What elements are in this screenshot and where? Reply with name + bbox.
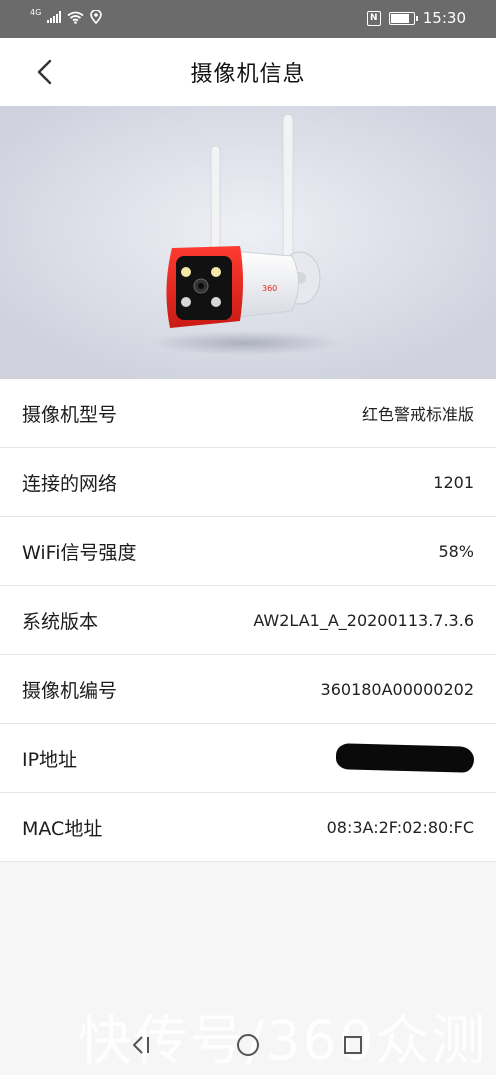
info-value: 360180A00000202 [320,679,474,699]
info-value: 红色警戒标准版 [361,405,474,424]
status-bar: 4G N 15:30 [0,0,496,38]
status-left: 4G [30,7,103,24]
info-label: MAC地址 [22,817,103,840]
chevron-left-icon[interactable] [28,54,64,90]
info-label: 摄像机编号 [22,679,118,702]
battery-icon [388,11,418,25]
status-right: N 15:30 [366,9,466,27]
nav-home-icon[interactable] [233,1030,263,1060]
info-label: 系统版本 [22,610,99,633]
page-title: 摄像机信息 [190,62,306,87]
nfc-icon: N [366,10,381,26]
info-value: 1201 [433,472,474,492]
info-value: AW2LA1_A_20200113.7.3.6 [253,610,474,630]
location-pin-icon [90,10,103,24]
info-row-model: 摄像机型号 红色警戒标准版 [0,379,496,448]
redacted-ip-value [335,743,475,773]
info-label: IP地址 [22,748,78,771]
info-label: 连接的网络 [22,472,118,495]
info-row-firmware: 系统版本 AW2LA1_A_20200113.7.3.6 [0,586,496,655]
info-row-wifi-strength: WiFi信号强度 58% [0,517,496,586]
info-value: 08:3A:2F:02:80:FC [326,817,474,837]
info-label: 摄像机型号 [22,403,118,426]
info-row-network: 连接的网络 1201 [0,448,496,517]
nav-back-icon[interactable] [128,1030,158,1060]
nav-recent-icon[interactable] [338,1030,368,1060]
info-label: WiFi信号强度 [22,541,137,564]
brand-mark: 360 [262,284,277,293]
signal-bars-icon [47,11,62,23]
info-row-mac: MAC地址 08:3A:2F:02:80:FC [0,793,496,862]
info-value: 58% [438,541,474,561]
camera-info-list: 摄像机型号 红色警戒标准版 连接的网络 1201 WiFi信号强度 58% 系统… [0,379,496,862]
network-type: 4G [30,7,42,17]
status-time: 15:30 [422,9,466,27]
wifi-icon [67,11,84,24]
system-nav-bar [0,1010,496,1074]
info-row-serial: 摄像机编号 360180A00000202 [0,655,496,724]
app-header: 摄像机信息 [0,38,496,106]
camera-illustration: 360 [0,106,496,379]
camera-product-image: 360 [0,106,496,379]
info-row-ip: IP地址 [0,724,496,793]
